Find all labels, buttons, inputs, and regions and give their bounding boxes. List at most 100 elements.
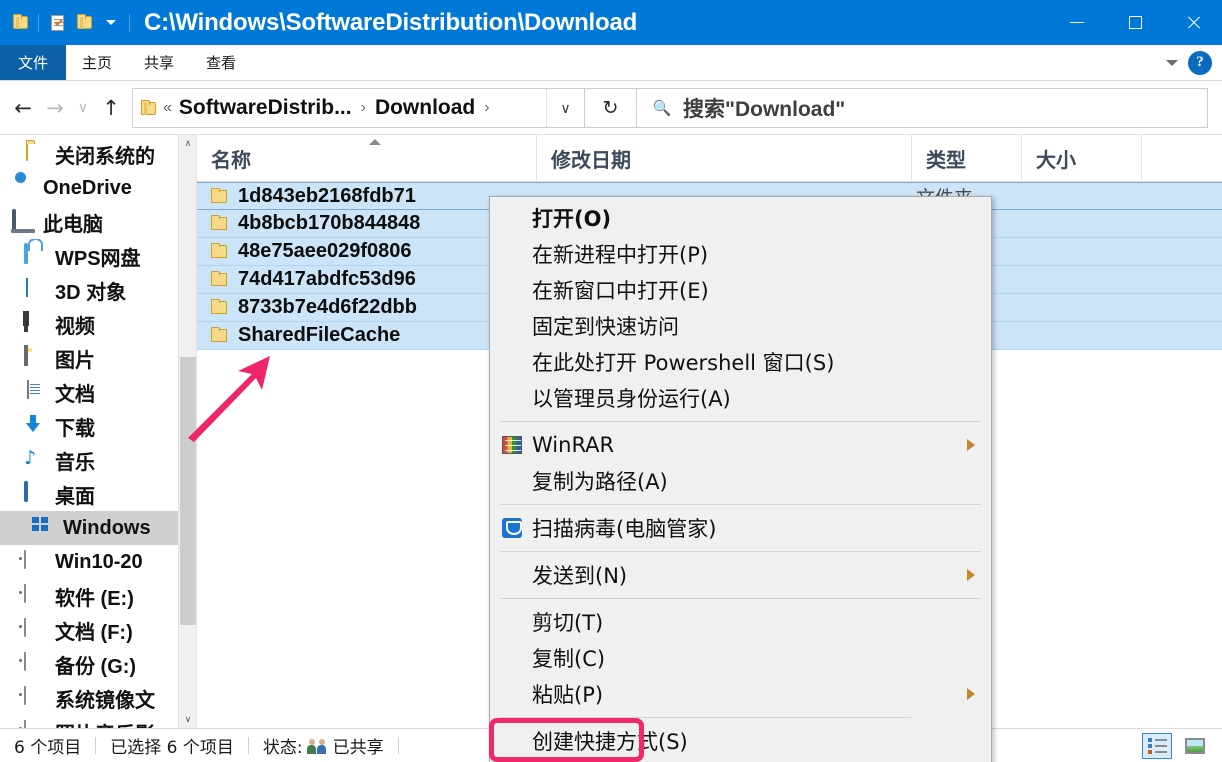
- menu-item-paste[interactable]: 粘贴(P): [490, 676, 991, 712]
- tab-home[interactable]: 主页: [66, 45, 128, 80]
- sidebar-item-windows[interactable]: Windows: [0, 511, 196, 545]
- sidebar-item-win10-20[interactable]: Win10-20: [0, 545, 196, 579]
- title-bar[interactable]: C:\Windows\SoftwareDistribution\Download: [0, 0, 1222, 45]
- sidebar-item-label: Win10-20: [55, 550, 143, 573]
- file-name: 48e75aee029f0806: [238, 240, 412, 262]
- file-name: 8733b7e4d6f22dbb: [238, 296, 417, 318]
- sidebar-item-system-image[interactable]: 系统镜像文: [0, 681, 196, 715]
- folder-icon: [211, 299, 227, 314]
- menu-item-send-to[interactable]: 发送到(N): [490, 557, 991, 593]
- nav-scroll-thumb[interactable]: [180, 357, 196, 625]
- recent-locations-button[interactable]: ∨: [72, 92, 94, 124]
- sidebar-item-downloads[interactable]: 下载: [0, 409, 196, 443]
- qat-separator: [38, 13, 39, 32]
- sidebar-item-drive-g[interactable]: 备份 (G:): [0, 647, 196, 681]
- sidebar-item-label: OneDrive: [43, 176, 132, 199]
- menu-item-copy-as-path[interactable]: 复制为路径(A): [490, 463, 991, 499]
- sidebar-item-label: 系统镜像文: [55, 689, 155, 712]
- menu-icon-placeholder: [498, 276, 526, 304]
- status-separator: [397, 737, 399, 754]
- menu-item-copy[interactable]: 复制(C): [490, 640, 991, 676]
- tab-file[interactable]: 文件: [0, 45, 67, 80]
- sidebar-item-label: 文档 (F:): [55, 621, 133, 644]
- nav-scrollbar[interactable]: ∧ ∨: [178, 135, 196, 729]
- sidebar-item-this-pc[interactable]: 此电脑: [0, 205, 196, 239]
- menu-item-scan-virus[interactable]: 扫描病毒(电脑管家): [490, 510, 991, 546]
- sidebar-item-videos[interactable]: 视频: [0, 307, 196, 341]
- column-header-date[interactable]: 修改日期: [537, 135, 912, 182]
- sidebar-item-desktop[interactable]: 桌面: [0, 477, 196, 511]
- menu-item-open-new-process[interactable]: 在新进程中打开(P): [490, 236, 991, 272]
- address-bar[interactable]: « SoftwareDistrib... › Download › ∨: [132, 88, 585, 128]
- refresh-button[interactable]: ↻: [585, 88, 637, 128]
- expand-ribbon-icon[interactable]: [1166, 59, 1178, 66]
- menu-item-label: 复制(C): [532, 647, 606, 671]
- sidebar-item-drive-e[interactable]: 软件 (E:): [0, 579, 196, 613]
- column-header-size[interactable]: 大小: [1022, 135, 1142, 182]
- search-box[interactable]: 🔍 搜索"Download": [637, 88, 1208, 128]
- sidebar-item-photo-music[interactable]: 照片音乐影: [0, 715, 196, 729]
- sidebar-item-label: 音乐: [55, 451, 95, 474]
- nav-scroll-up-icon[interactable]: ∧: [179, 135, 196, 153]
- tab-view[interactable]: 查看: [190, 45, 252, 80]
- menu-item-open-new-window[interactable]: 在新窗口中打开(E): [490, 272, 991, 308]
- quick-access-toolbar: [0, 0, 133, 45]
- menu-item-open[interactable]: 打开(O): [490, 200, 991, 236]
- nav-buttons: ← → ∨ ↑: [0, 92, 126, 124]
- drive-icon: [24, 550, 46, 573]
- menu-item-label: 在新窗口中打开(E): [532, 279, 709, 303]
- column-header-name[interactable]: 名称: [197, 135, 537, 182]
- column-header-type[interactable]: 类型: [912, 135, 1022, 182]
- menu-icon-placeholder: [498, 348, 526, 376]
- sidebar-item-onedrive[interactable]: OneDrive: [0, 171, 196, 205]
- qat-properties-icon[interactable]: [45, 8, 69, 38]
- menu-item-pin-to-quick-access[interactable]: 固定到快速访问: [490, 308, 991, 344]
- nav-scroll-down-icon[interactable]: ∨: [179, 711, 196, 729]
- sidebar-item-3d-objects[interactable]: 3D 对象: [0, 273, 196, 307]
- file-name: 74d417abdfc53d96: [238, 268, 416, 290]
- tab-share[interactable]: 共享: [128, 45, 190, 80]
- maximize-button[interactable]: [1106, 0, 1164, 45]
- breadcrumb-separator-1[interactable]: ›: [361, 99, 366, 117]
- menu-item-label: 复制为路径(A): [532, 470, 668, 494]
- qat-new-folder-icon[interactable]: [72, 8, 96, 38]
- large-icons-view-button[interactable]: [1180, 733, 1210, 759]
- status-shared-label: 已共享: [332, 738, 384, 758]
- menu-item-label: 以管理员身份运行(A): [532, 387, 731, 411]
- cell-name: 4b8bcb170b844848: [197, 212, 537, 235]
- breadcrumb-overflow[interactable]: «: [163, 99, 172, 117]
- qat-explorer-icon[interactable]: [8, 8, 32, 38]
- status-separator: [95, 737, 97, 754]
- breadcrumb-item-download[interactable]: Download: [375, 96, 475, 120]
- details-view-button[interactable]: [1142, 732, 1172, 759]
- menu-item-winrar[interactable]: WinRAR: [490, 427, 991, 463]
- context-menu: 打开(O) 在新进程中打开(P) 在新窗口中打开(E) 固定到快速访问 在此处打…: [489, 196, 992, 762]
- close-button[interactable]: [1164, 0, 1222, 45]
- help-icon[interactable]: ?: [1188, 50, 1212, 75]
- up-button[interactable]: ↑: [96, 92, 126, 124]
- qat-customize-icon[interactable]: [99, 8, 123, 38]
- address-dropdown-icon[interactable]: ∨: [546, 89, 584, 127]
- minimize-button[interactable]: [1048, 0, 1106, 45]
- breadcrumb-item-softwaredistribution[interactable]: SoftwareDistrib...: [179, 96, 352, 120]
- drive-icon: [24, 584, 46, 607]
- antivirus-icon: [498, 514, 526, 542]
- menu-item-create-shortcut[interactable]: 创建快捷方式(S): [490, 723, 991, 759]
- menu-item-cut[interactable]: 剪切(T): [490, 604, 991, 640]
- sidebar-item-pictures[interactable]: 图片: [0, 341, 196, 375]
- sidebar-item-drive-f[interactable]: 文档 (F:): [0, 613, 196, 647]
- sidebar-item-documents[interactable]: 文档: [0, 375, 196, 409]
- file-name: 1d843eb2168fdb71: [238, 184, 416, 207]
- sidebar-item-quick-access-folder[interactable]: 关闭系统的: [0, 137, 196, 171]
- search-icon: 🔍: [652, 99, 672, 117]
- sidebar-item-music[interactable]: ♪ 音乐: [0, 443, 196, 477]
- folder-icon: [24, 142, 46, 165]
- menu-item-run-as-administrator[interactable]: 以管理员身份运行(A): [490, 380, 991, 416]
- search-input[interactable]: 搜索"Download": [683, 93, 845, 123]
- breadcrumb-separator-2[interactable]: ›: [484, 99, 489, 117]
- forward-button[interactable]: →: [40, 92, 70, 124]
- sidebar-item-wps-cloud[interactable]: WPS网盘: [0, 239, 196, 273]
- qat-separator-2: [129, 13, 130, 32]
- back-button[interactable]: ←: [8, 92, 38, 124]
- menu-item-open-powershell[interactable]: 在此处打开 Powershell 窗口(S): [490, 344, 991, 380]
